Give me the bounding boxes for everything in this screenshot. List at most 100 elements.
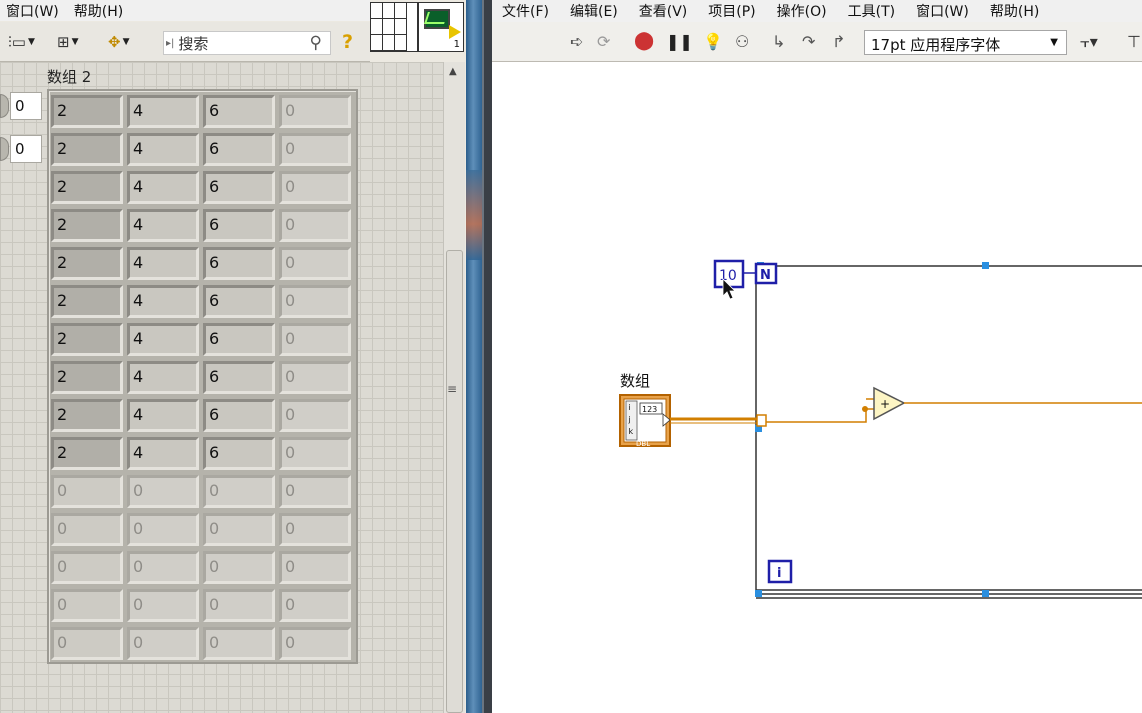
array-cell[interactable]: 0: [203, 513, 275, 546]
array-cell[interactable]: 0: [127, 513, 199, 546]
run-icon[interactable]: ➪: [570, 32, 583, 51]
step-into-icon[interactable]: ↳: [772, 32, 785, 51]
array-cell[interactable]: 0: [127, 551, 199, 584]
array-cell[interactable]: 0: [279, 285, 351, 318]
add-function-node[interactable]: +: [873, 386, 906, 421]
array-cell[interactable]: 6: [203, 361, 275, 394]
array-cell[interactable]: 0: [127, 589, 199, 622]
menu-tools[interactable]: 工具(T): [838, 1, 906, 21]
array-cell[interactable]: 4: [127, 133, 199, 166]
menu-project[interactable]: 项目(P): [698, 1, 766, 21]
array-cell[interactable]: 0: [279, 323, 351, 356]
array-cell[interactable]: 0: [279, 627, 351, 660]
resize-handle[interactable]: [755, 590, 762, 597]
menu-window[interactable]: 窗口(W): [0, 1, 68, 21]
align-objects-button[interactable]: ⫶▭ ▼: [8, 31, 35, 53]
array-cell[interactable]: 6: [203, 209, 275, 242]
run-continuously-icon[interactable]: ⟳: [597, 32, 610, 51]
array-cell[interactable]: 2: [51, 323, 123, 356]
array-cell[interactable]: 2: [51, 285, 123, 318]
array-cell[interactable]: 0: [279, 209, 351, 242]
array-cell[interactable]: 0: [51, 589, 123, 622]
array-cell[interactable]: 4: [127, 399, 199, 432]
array-control-terminal[interactable]: i j k 123 DBL: [619, 394, 671, 448]
array-index-row[interactable]: 0: [0, 92, 44, 120]
array-cell[interactable]: 4: [127, 95, 199, 128]
array-index-column-value[interactable]: 0: [10, 135, 42, 163]
array-cell[interactable]: 4: [127, 285, 199, 318]
menu-operate[interactable]: 操作(O): [767, 1, 838, 21]
index-spinner-icon[interactable]: [0, 137, 9, 161]
array-cell[interactable]: 2: [51, 437, 123, 470]
array-cell[interactable]: 2: [51, 95, 123, 128]
array-cell[interactable]: 2: [51, 209, 123, 242]
highlight-execution-icon[interactable]: 💡: [703, 32, 723, 51]
retain-wire-values-icon[interactable]: ⚇: [735, 32, 749, 51]
resize-handle[interactable]: [982, 262, 989, 269]
array-cell[interactable]: 0: [51, 627, 123, 660]
reorder-button[interactable]: ✥ ▼: [108, 31, 130, 53]
array-cell[interactable]: 0: [279, 551, 351, 584]
array-cell[interactable]: 6: [203, 285, 275, 318]
array-cell[interactable]: 0: [279, 361, 351, 394]
front-panel-scrollbar[interactable]: ▲ ≡: [443, 62, 465, 713]
array-cell[interactable]: 6: [203, 323, 275, 356]
array-cell[interactable]: 6: [203, 171, 275, 204]
array-cell[interactable]: 6: [203, 133, 275, 166]
search-icon[interactable]: ⚲: [310, 33, 322, 53]
distribute-objects-button[interactable]: ⊞ ▼: [57, 31, 79, 53]
array-cell[interactable]: 0: [51, 513, 123, 546]
menu-help[interactable]: 帮助(H): [68, 1, 132, 21]
step-over-icon[interactable]: ↷: [802, 32, 815, 51]
step-out-icon[interactable]: ↱: [832, 32, 845, 51]
array-cell[interactable]: 6: [203, 437, 275, 470]
block-diagram-canvas[interactable]: 10 N 数组 i j k 123 DBL + i: [492, 62, 1142, 713]
scroll-up-icon[interactable]: ▲: [449, 66, 457, 77]
array-cell[interactable]: 0: [279, 399, 351, 432]
array-cell[interactable]: 0: [203, 589, 275, 622]
array-cell[interactable]: 2: [51, 247, 123, 280]
for-loop[interactable]: [755, 262, 1142, 599]
array-cell[interactable]: 0: [203, 551, 275, 584]
menu-edit[interactable]: 编辑(E): [560, 1, 629, 21]
array-cell[interactable]: 0: [51, 475, 123, 508]
array-cell[interactable]: 2: [51, 171, 123, 204]
array-cell[interactable]: 0: [279, 171, 351, 204]
abort-icon[interactable]: ⬤: [634, 30, 654, 51]
element-wire[interactable]: [766, 408, 874, 423]
align-icon[interactable]: ⫟▾: [1080, 32, 1098, 52]
menu-window[interactable]: 窗口(W): [906, 1, 980, 21]
connector-pane[interactable]: [370, 2, 418, 52]
menu-file[interactable]: 文件(F): [492, 1, 560, 21]
index-spinner-icon[interactable]: [0, 94, 9, 118]
array-cell[interactable]: 0: [203, 475, 275, 508]
search-box[interactable]: ▸| 搜索 ⚲: [163, 31, 331, 55]
array-cell[interactable]: 0: [203, 627, 275, 660]
array-cell[interactable]: 2: [51, 361, 123, 394]
menu-view[interactable]: 查看(V): [629, 1, 699, 21]
menu-help[interactable]: 帮助(H): [980, 1, 1050, 21]
array-cell[interactable]: 2: [51, 399, 123, 432]
scroll-thumb[interactable]: [446, 250, 463, 713]
array-cell[interactable]: 0: [51, 551, 123, 584]
array-cell[interactable]: 4: [127, 361, 199, 394]
array-cell[interactable]: 0: [279, 513, 351, 546]
array-cell[interactable]: 6: [203, 95, 275, 128]
pause-icon[interactable]: ❚❚: [666, 32, 693, 51]
array-cell[interactable]: 6: [203, 399, 275, 432]
array-cell[interactable]: 4: [127, 247, 199, 280]
help-icon[interactable]: ?: [342, 31, 353, 53]
resize-handle[interactable]: [982, 590, 989, 597]
array-cell[interactable]: 0: [279, 133, 351, 166]
auto-index-tunnel[interactable]: [756, 414, 767, 427]
array-cell[interactable]: 0: [279, 247, 351, 280]
array-cell[interactable]: 4: [127, 209, 199, 242]
array-cell[interactable]: 0: [279, 589, 351, 622]
array-index-row-value[interactable]: 0: [10, 92, 42, 120]
array-cell[interactable]: 6: [203, 247, 275, 280]
array-cell[interactable]: 4: [127, 323, 199, 356]
array-cell[interactable]: 0: [279, 475, 351, 508]
array-cell[interactable]: 0: [127, 475, 199, 508]
array-cell[interactable]: 0: [279, 95, 351, 128]
vi-icon[interactable]: 1: [418, 2, 464, 52]
